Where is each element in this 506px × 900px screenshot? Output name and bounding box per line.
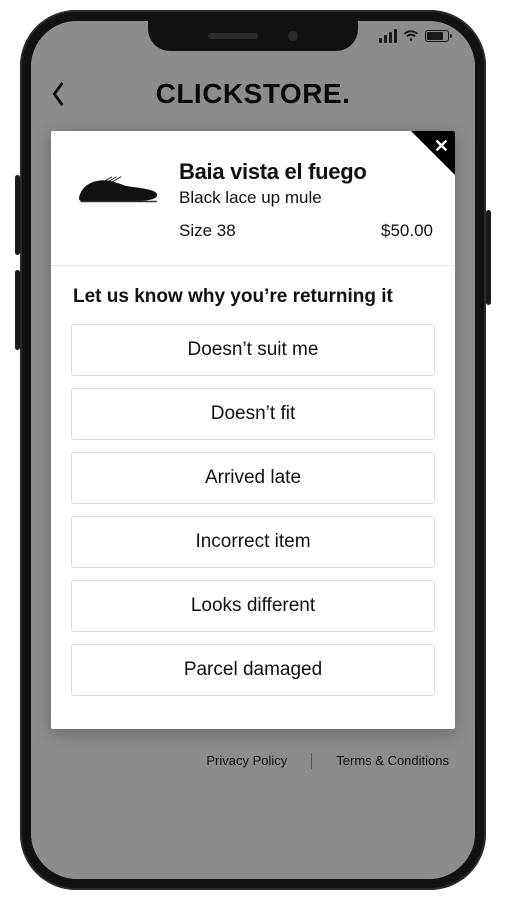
product-description: Black lace up mule	[179, 188, 433, 208]
product-price: $50.00	[381, 221, 433, 241]
phone-frame: CLICKSTORE. Privacy Policy Terms & Condi…	[20, 10, 486, 890]
reason-looks-different[interactable]: Looks different	[71, 580, 435, 632]
product-summary: Baia vista el fuego Black lace up mule S…	[51, 131, 455, 255]
reason-doesnt-fit[interactable]: Doesn’t fit	[71, 388, 435, 440]
terms-link[interactable]: Terms & Conditions	[336, 753, 449, 769]
return-reason-modal: ✕ Baia vista el fuego Black lace up mule…	[51, 131, 455, 729]
back-button[interactable]	[49, 81, 67, 112]
battery-icon	[425, 30, 449, 42]
close-icon: ✕	[434, 136, 449, 156]
cellular-signal-icon	[379, 29, 397, 43]
status-bar	[379, 29, 449, 43]
brand-logo: CLICKSTORE.	[156, 78, 351, 110]
return-reason-options: Doesn’t suit me Doesn’t fit Arrived late…	[51, 324, 455, 714]
product-thumbnail	[73, 159, 163, 214]
reason-incorrect-item[interactable]: Incorrect item	[71, 516, 435, 568]
privacy-policy-link[interactable]: Privacy Policy	[206, 753, 287, 769]
page-header: CLICKSTORE.	[31, 71, 475, 117]
reason-parcel-damaged[interactable]: Parcel damaged	[71, 644, 435, 696]
wifi-icon	[403, 29, 419, 43]
product-name: Baia vista el fuego	[179, 159, 433, 185]
reason-doesnt-suit-me[interactable]: Doesn’t suit me	[71, 324, 435, 376]
notch	[148, 21, 358, 51]
return-reason-prompt: Let us know why you’re returning it	[51, 266, 455, 324]
reason-arrived-late[interactable]: Arrived late	[71, 452, 435, 504]
footer-links: Privacy Policy Terms & Conditions	[31, 753, 475, 769]
screen: CLICKSTORE. Privacy Policy Terms & Condi…	[31, 21, 475, 879]
close-button[interactable]: ✕	[434, 136, 449, 157]
product-size: Size 38	[179, 221, 236, 241]
